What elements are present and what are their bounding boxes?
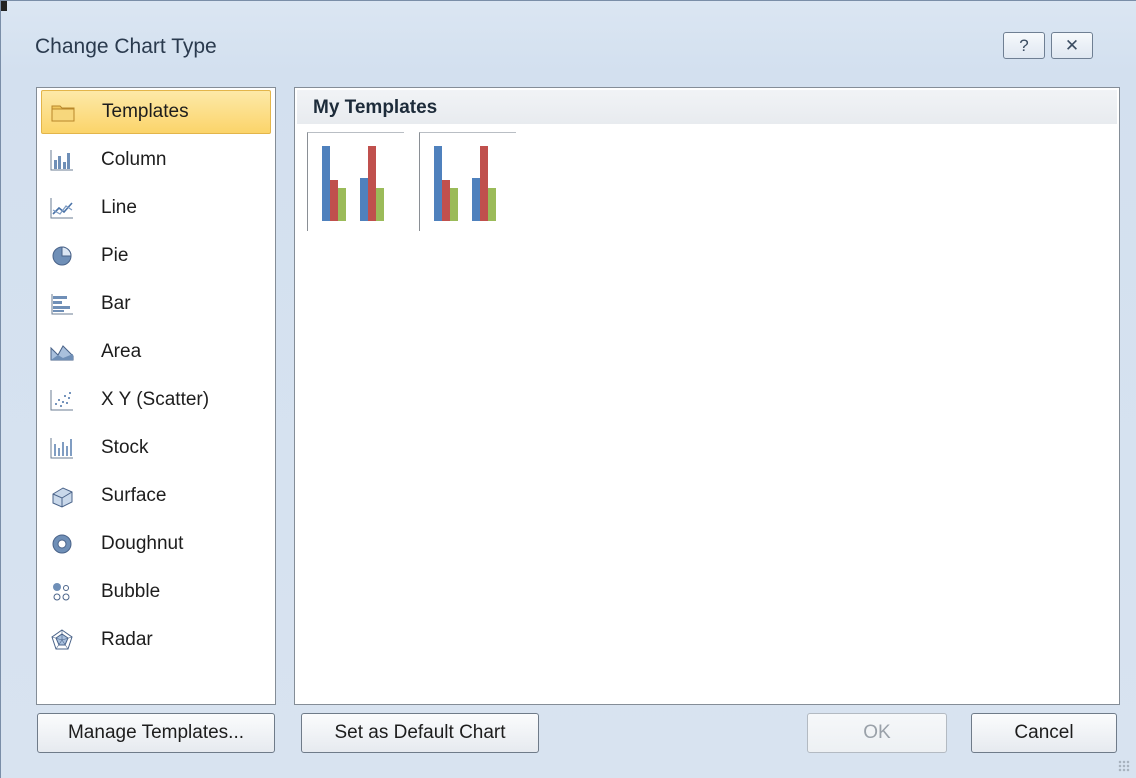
chart-type-column[interactable]: Column [41, 138, 271, 182]
manage-templates-button[interactable]: Manage Templates... [37, 713, 275, 753]
chart-type-line[interactable]: Line [41, 186, 271, 230]
column-chart-icon [50, 150, 73, 171]
bubble-chart-icon [53, 583, 70, 601]
stock-chart-icon [50, 438, 73, 459]
ok-label: OK [863, 722, 891, 743]
help-button[interactable]: ? [1003, 32, 1045, 59]
chart-type-bar[interactable]: Bar [41, 282, 271, 326]
templates-header: My Templates [297, 90, 1117, 124]
templates-panel: My Templates [294, 87, 1120, 705]
chart-type-label: Line [101, 197, 137, 218]
chart-type-surface[interactable]: Surface [41, 474, 271, 518]
change-chart-type-dialog: Change Chart Type ? ✕ Templates Column L… [0, 0, 1136, 778]
cancel-button[interactable]: Cancel [971, 713, 1117, 753]
chart-type-bubble[interactable]: Bubble [41, 570, 271, 614]
chart-type-label: X Y (Scatter) [101, 389, 210, 410]
set-default-chart-label: Set as Default Chart [334, 722, 506, 743]
template-thumbnail[interactable] [419, 132, 516, 231]
doughnut-chart-icon [52, 534, 72, 554]
clustered-column-template-icon [434, 146, 496, 221]
close-button[interactable]: ✕ [1051, 32, 1093, 59]
line-chart-icon [50, 198, 73, 219]
close-x-icon: ✕ [1064, 35, 1080, 55]
resize-grip[interactable] [1118, 760, 1130, 772]
clustered-column-template-icon [322, 146, 384, 221]
chart-type-label: Bar [101, 293, 131, 314]
chart-type-doughnut[interactable]: Doughnut [41, 522, 271, 566]
chart-type-label: Bubble [101, 581, 161, 602]
chart-type-radar[interactable]: Radar [41, 618, 271, 662]
chart-type-label: Column [101, 149, 167, 170]
templates-header-label: My Templates [313, 97, 438, 118]
bar-chart-icon [51, 294, 73, 315]
chart-type-label: Pie [101, 245, 129, 266]
chart-type-area[interactable]: Area [41, 330, 271, 374]
chart-type-templates[interactable]: Templates [41, 90, 271, 134]
window-corner [1, 1, 7, 11]
chart-type-list: Templates Column Line Pie Bar Area X Y (… [36, 87, 276, 705]
manage-templates-label: Manage Templates... [67, 722, 245, 743]
help-question-icon: ? [1019, 35, 1029, 55]
chart-type-label: Doughnut [101, 533, 184, 554]
scatter-chart-icon [50, 390, 73, 411]
chart-type-scatter[interactable]: X Y (Scatter) [41, 378, 271, 422]
pie-chart-icon [52, 246, 72, 266]
chart-type-label: Templates [102, 101, 189, 122]
chart-type-label: Radar [101, 629, 153, 650]
ok-button[interactable]: OK [807, 713, 947, 753]
chart-type-stock[interactable]: Stock [41, 426, 271, 470]
chart-type-label: Surface [101, 485, 167, 506]
cancel-label: Cancel [1014, 722, 1074, 743]
set-default-chart-button[interactable]: Set as Default Chart [301, 713, 539, 753]
dialog-title: Change Chart Type [35, 35, 217, 58]
folder-icon [51, 105, 75, 122]
area-chart-icon [50, 345, 74, 361]
chart-type-pie[interactable]: Pie [41, 234, 271, 278]
template-thumbnail[interactable] [307, 132, 404, 231]
chart-type-label: Area [101, 341, 142, 362]
radar-chart-icon [51, 629, 73, 650]
chart-type-label: Stock [101, 437, 149, 458]
surface-chart-icon [52, 487, 73, 508]
